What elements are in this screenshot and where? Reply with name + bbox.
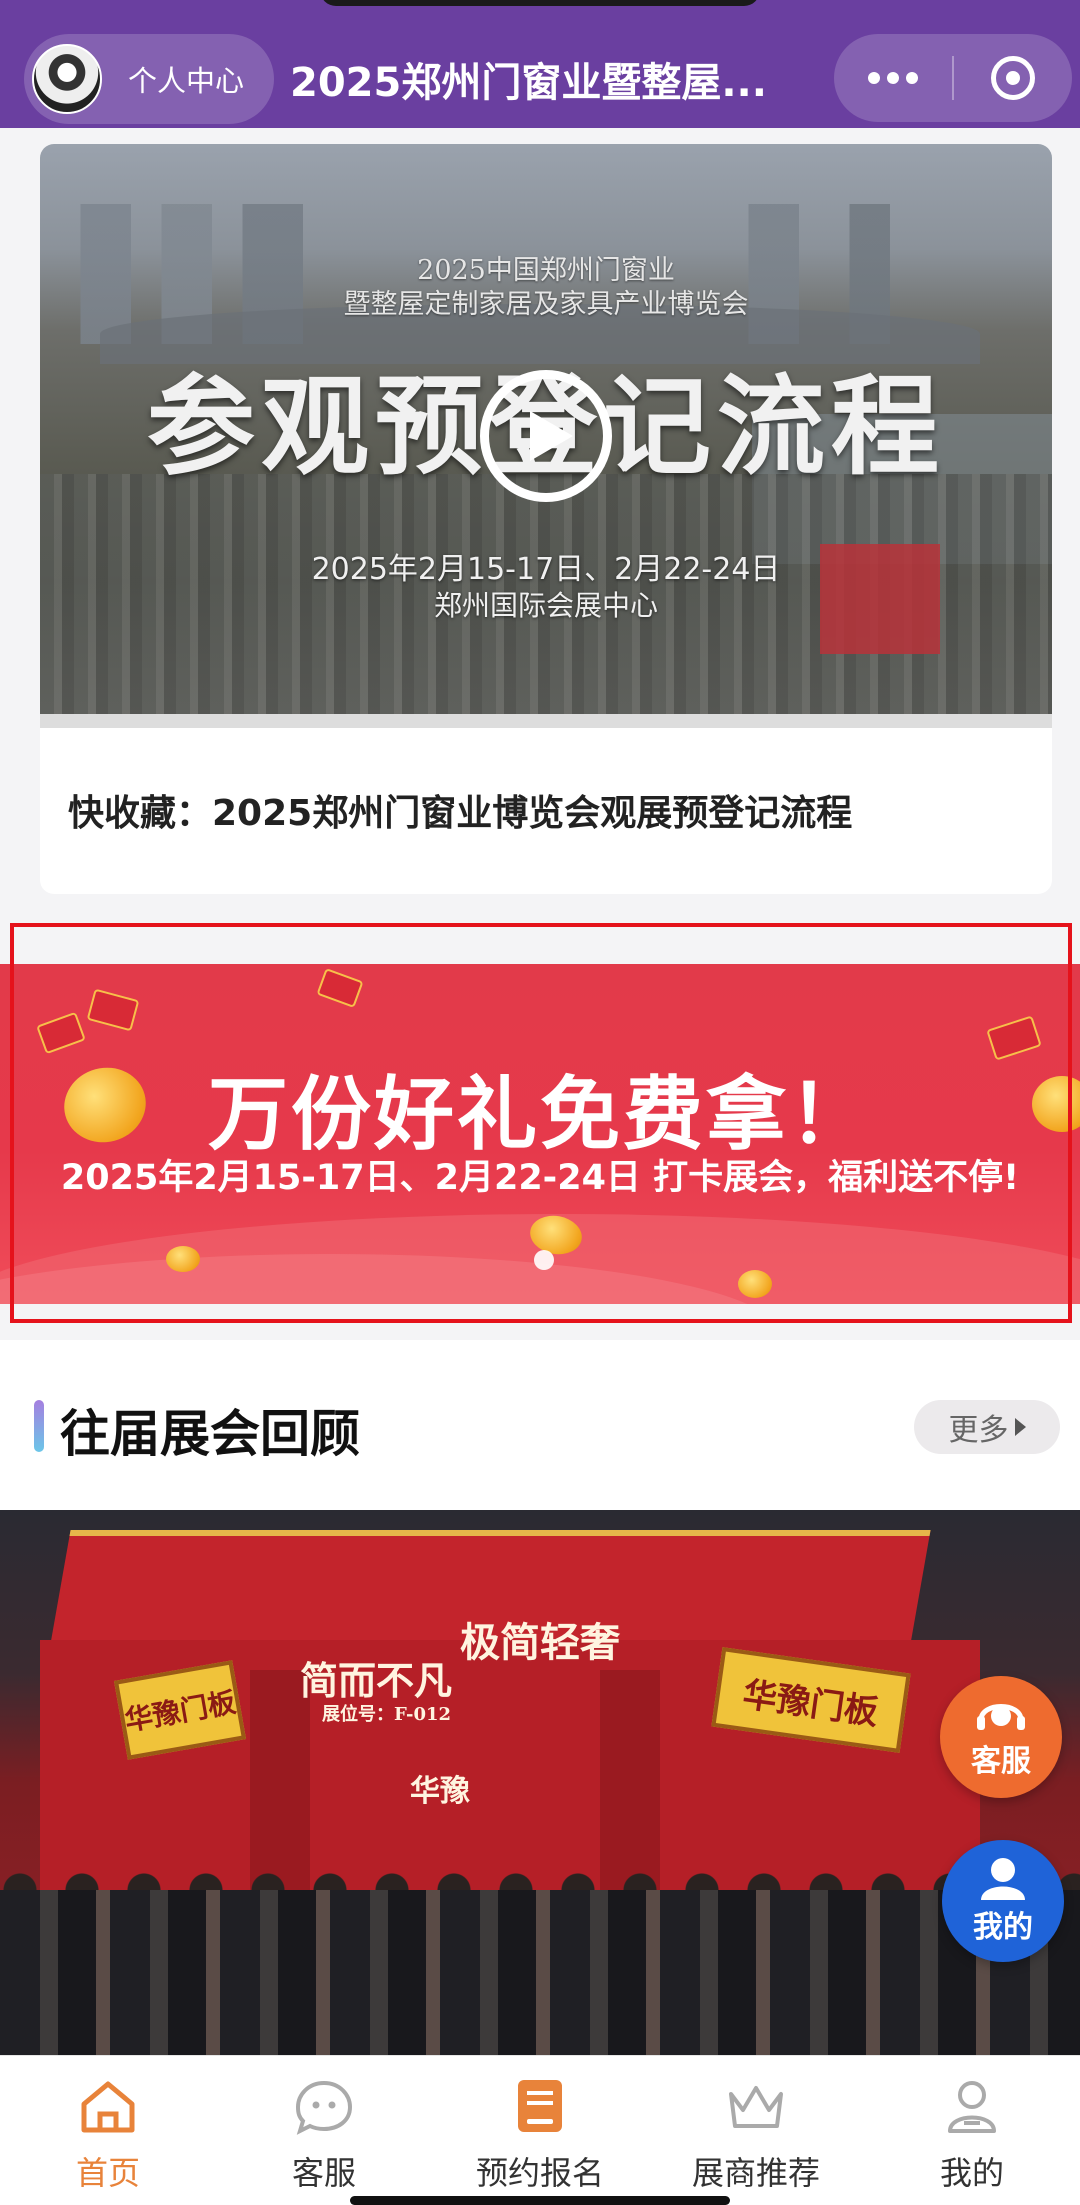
more-dots-icon[interactable] — [834, 72, 952, 84]
person-icon — [944, 2074, 1000, 2138]
booth-number: 展位号：F-012 — [322, 1704, 452, 1725]
target-circle-icon[interactable] — [954, 56, 1072, 100]
home-icon — [78, 2074, 138, 2138]
tab-register[interactable]: 预约报名 — [432, 2056, 648, 2205]
miniprogram-capsule — [834, 34, 1072, 122]
past-expo-section-header: 往届展会回顾 更多 — [0, 1340, 1080, 1510]
tab-home[interactable]: 首页 — [0, 2056, 216, 2205]
floating-service-label: 客服 — [971, 1744, 1031, 1779]
booth-logo-text: 华豫 — [410, 1774, 470, 1809]
device-notch — [320, 0, 760, 6]
booth-slogan-2: 极简轻奢 — [460, 1619, 620, 1666]
floating-mine-button[interactable]: 我的 — [942, 1840, 1064, 1962]
tab-label: 我的 — [939, 2154, 1004, 2192]
more-label: 更多 — [948, 1413, 1009, 1448]
thumb-dates: 2025年2月15-17日、2月22-24日 — [311, 552, 781, 587]
tab-mine[interactable]: 我的 — [864, 2056, 1080, 2205]
chevron-right-icon — [1014, 1418, 1026, 1436]
thumb-venue: 郑州国际会展中心 — [433, 589, 658, 622]
document-icon — [515, 2074, 565, 2138]
bottom-tab-bar: 首页 客服 预约报名 展商推荐 我的 — [0, 2055, 1080, 2205]
floating-service-button[interactable]: 客服 — [940, 1676, 1062, 1798]
page-title: 2025郑州门窗业暨整屋... — [290, 60, 767, 106]
video-card[interactable]: 2025中国郑州门窗业 暨整屋定制家居及家具产业博览会 参观预登记流程 2025… — [40, 144, 1052, 894]
floating-mine-label: 我的 — [973, 1910, 1033, 1945]
tab-service[interactable]: 客服 — [216, 2056, 432, 2205]
section-title: 往届展会回顾 — [60, 1405, 360, 1463]
chat-bubble-icon — [294, 2074, 354, 2138]
more-button[interactable]: 更多 — [914, 1400, 1060, 1454]
avatar — [32, 44, 102, 114]
tab-exhibitors[interactable]: 展商推荐 — [648, 2056, 864, 2205]
top-navigation-bar: 个人中心 2025郑州门窗业暨整屋... — [0, 0, 1080, 128]
home-indicator — [350, 2196, 730, 2205]
crowd — [0, 1890, 1080, 2055]
highlight-frame — [10, 923, 1072, 1323]
tab-label: 预约报名 — [475, 2154, 604, 2192]
person-icon — [981, 1858, 1025, 1900]
headset-icon — [977, 1704, 1025, 1730]
section-accent-bar — [34, 1400, 44, 1452]
tab-label: 客服 — [291, 2154, 356, 2192]
user-center-label: 个人中心 — [128, 64, 245, 98]
past-expo-photo[interactable]: 15 华豫门板 华豫门板 简而不凡 展位号：F-012 极简轻奢 华豫 — [0, 1510, 1080, 2055]
tab-label: 展商推荐 — [691, 2154, 820, 2192]
crown-icon — [725, 2074, 787, 2138]
video-progress-strip — [40, 714, 1052, 728]
booth-slogan-1: 简而不凡 — [300, 1658, 453, 1703]
video-caption[interactable]: 快收藏：2025郑州门窗业博览会观展预登记流程 — [68, 784, 852, 836]
video-thumbnail[interactable]: 2025中国郑州门窗业 暨整屋定制家居及家具产业博览会 参观预登记流程 2025… — [40, 144, 1052, 728]
user-center-button[interactable]: 个人中心 — [24, 34, 274, 124]
tab-label: 首页 — [75, 2154, 140, 2192]
play-button-icon[interactable] — [480, 370, 612, 502]
thumb-expo-name-line2: 暨整屋定制家居及家具产业博览会 — [343, 289, 749, 320]
